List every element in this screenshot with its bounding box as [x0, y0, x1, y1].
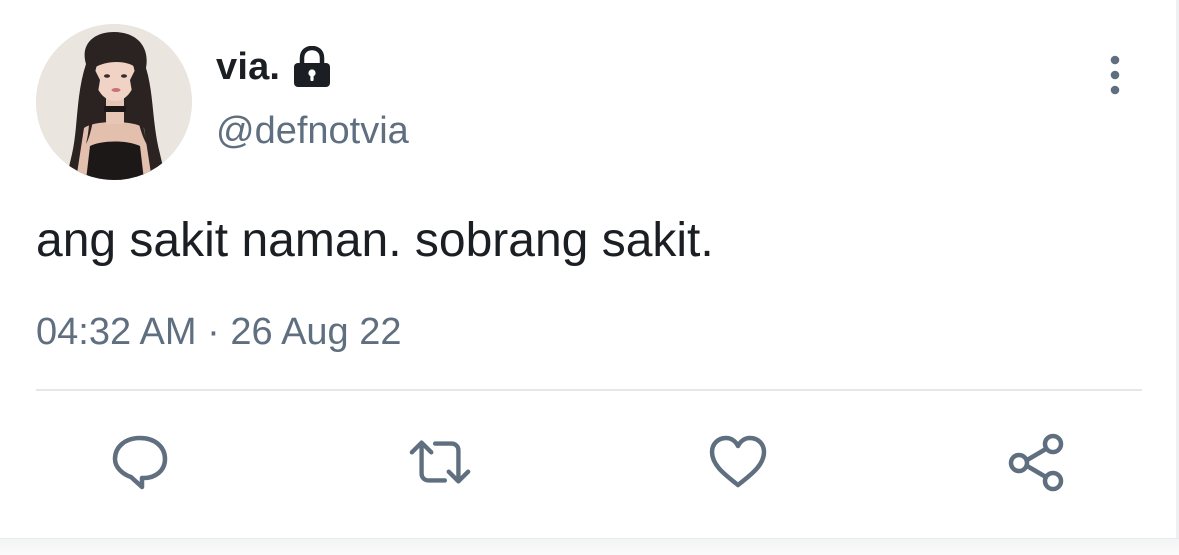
vertical-ellipsis-icon[interactable] [1098, 54, 1132, 98]
tweet-timestamp: 04:32 AM · 26 Aug 22 [36, 311, 402, 354]
heart-icon [709, 435, 767, 488]
like-button[interactable] [706, 430, 770, 494]
share-button[interactable] [1004, 430, 1068, 494]
share-nodes-icon [1008, 433, 1064, 492]
lock-icon [292, 45, 332, 88]
tweet-date: 26 Aug 22 [230, 311, 402, 353]
avatar-photo [36, 24, 192, 180]
user-handle[interactable]: @defnotvia [216, 110, 409, 153]
window-edge-bottom [0, 538, 1179, 555]
tweet-time: 04:32 AM [36, 311, 197, 353]
divider [36, 389, 1142, 391]
tweet-text: ang sakit naman. sobrang sakit. [36, 214, 714, 267]
retweet-arrows-icon [409, 440, 471, 484]
author-name-row: via. [216, 42, 332, 92]
reply-button[interactable] [108, 430, 172, 494]
speech-bubble-icon [112, 435, 168, 490]
retweet-button[interactable] [408, 430, 472, 494]
meta-separator: · [207, 311, 220, 353]
display-name[interactable]: via. [216, 46, 280, 89]
avatar[interactable] [36, 24, 192, 180]
